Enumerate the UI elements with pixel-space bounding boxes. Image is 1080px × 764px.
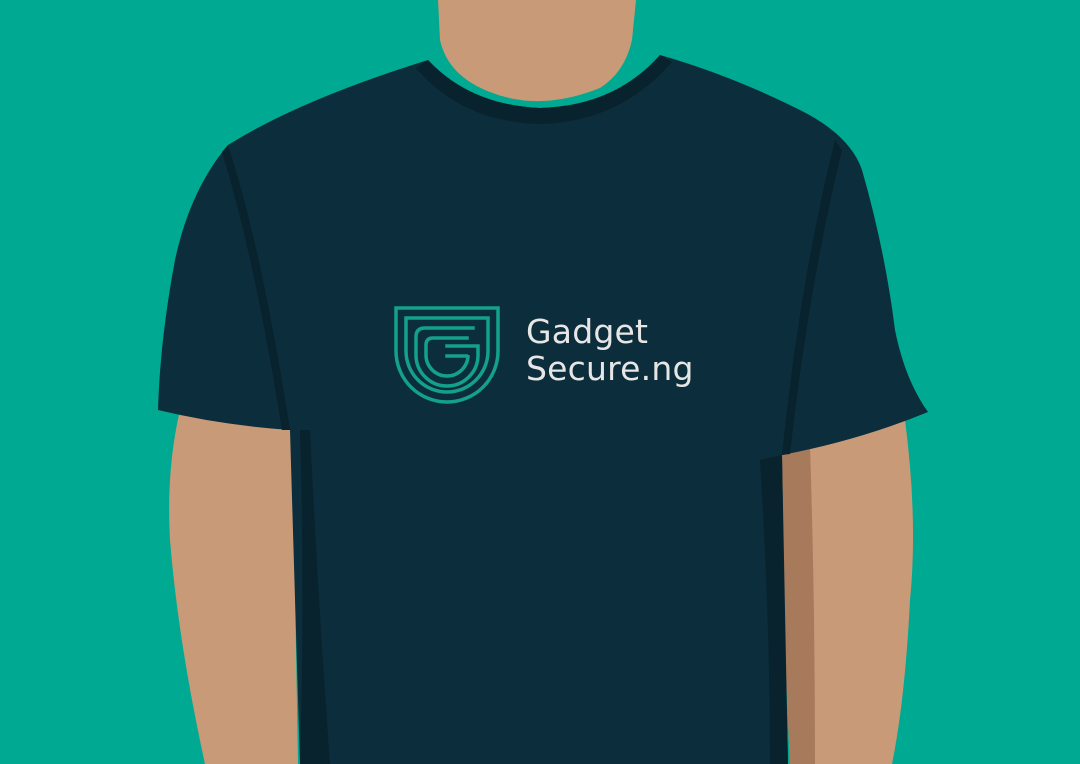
brand-name-line1: Gadget	[526, 312, 649, 351]
shield-g-icon	[394, 306, 500, 404]
brand-logo: Gadget Secure.ng	[393, 305, 723, 405]
brand-wordmark: Gadget Secure.ng	[526, 313, 694, 387]
brand-name-line2: Secure.ng	[526, 349, 694, 388]
tshirt-mockup: Gadget Secure.ng	[0, 0, 1080, 764]
